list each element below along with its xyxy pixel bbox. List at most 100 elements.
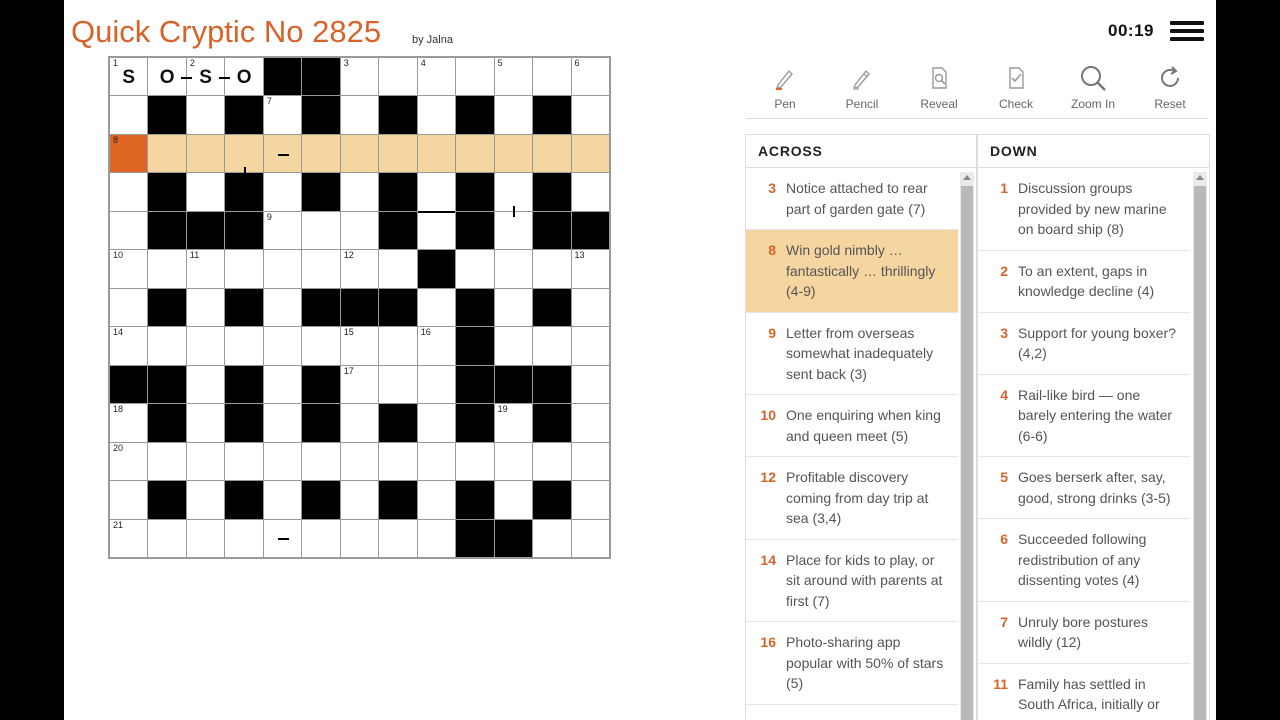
grid-cell[interactable] (417, 481, 456, 519)
down-clue[interactable]: 3 Support for young boxer? (4,2) (978, 313, 1190, 375)
grid-cell[interactable] (533, 327, 571, 365)
across-clue[interactable]: 10 One enquiring when king and queen meet… (746, 395, 958, 457)
across-scrollbar[interactable] (960, 172, 974, 720)
grid-cell[interactable] (417, 365, 456, 404)
grid-cell[interactable] (340, 173, 379, 211)
grid-cell[interactable]: 6 (571, 58, 609, 96)
grid-cell[interactable] (533, 442, 571, 481)
grid-cell[interactable] (186, 134, 225, 173)
grid-cell[interactable] (263, 173, 302, 211)
grid-cell[interactable] (456, 58, 494, 96)
reset-button[interactable]: Reset (1135, 62, 1205, 111)
grid-cell[interactable] (263, 365, 302, 404)
grid-cell[interactable] (571, 442, 609, 481)
grid-cell[interactable]: 17 (340, 365, 379, 404)
reveal-button[interactable]: Reveal (904, 62, 974, 111)
scroll-up-icon[interactable] (1196, 175, 1204, 180)
grid-cell[interactable]: 3 (340, 58, 379, 96)
grid-cell[interactable] (417, 96, 456, 134)
grid-cell[interactable] (302, 327, 340, 365)
down-clue[interactable]: 4 Rail-like bird — one barely entering th… (978, 375, 1190, 457)
grid-cell[interactable] (186, 96, 225, 134)
grid-cell[interactable] (340, 519, 379, 557)
grid-cell[interactable] (494, 250, 533, 288)
grid-cell[interactable] (456, 442, 494, 481)
grid-cell[interactable] (417, 442, 456, 481)
grid-cell[interactable] (571, 288, 609, 327)
grid-cell[interactable] (186, 442, 225, 481)
grid-cell[interactable] (302, 519, 340, 557)
grid-cell[interactable] (571, 134, 609, 173)
grid-cell[interactable] (225, 442, 263, 481)
grid-cell[interactable] (379, 134, 417, 173)
across-scroll-thumb[interactable] (961, 186, 973, 720)
down-clue[interactable]: 11 Family has settled in South Africa, in… (978, 664, 1190, 720)
grid-cell[interactable] (263, 519, 302, 557)
grid-cell[interactable] (494, 327, 533, 365)
grid-cell[interactable] (340, 442, 379, 481)
grid-cell[interactable] (417, 211, 456, 250)
grid-cell[interactable] (263, 442, 302, 481)
grid-cell[interactable] (417, 404, 456, 442)
grid-cell[interactable] (456, 250, 494, 288)
across-clue[interactable]: 14 Place for kids to play, or sit around … (746, 540, 958, 622)
grid-cell[interactable] (263, 250, 302, 288)
grid-cell[interactable]: 21 (110, 519, 148, 557)
grid-cell[interactable] (379, 250, 417, 288)
grid-cell[interactable]: 20 (110, 442, 148, 481)
grid-cell[interactable] (379, 519, 417, 557)
grid-cell[interactable]: 8 (110, 134, 148, 173)
pencil-button[interactable]: Pencil (827, 62, 897, 111)
across-clue[interactable]: 16 Photo-sharing app popular with 50% of … (746, 622, 958, 705)
grid-cell[interactable] (186, 481, 225, 519)
grid-cell[interactable]: 7 (263, 96, 302, 134)
grid-cell[interactable] (302, 250, 340, 288)
grid-cell[interactable] (110, 481, 148, 519)
grid-cell[interactable] (340, 134, 379, 173)
zoom-in-button[interactable]: Zoom In (1058, 62, 1128, 111)
grid-cell[interactable] (340, 404, 379, 442)
scroll-up-icon[interactable] (963, 175, 971, 180)
grid-cell[interactable] (533, 134, 571, 173)
grid-cell[interactable] (494, 288, 533, 327)
grid-cell[interactable] (225, 250, 263, 288)
grid-cell[interactable] (110, 173, 148, 211)
grid-cell[interactable] (263, 481, 302, 519)
grid-cell[interactable]: 12 (340, 250, 379, 288)
grid-cell[interactable]: 14 (110, 327, 148, 365)
grid-cell[interactable] (186, 519, 225, 557)
grid-cell[interactable] (148, 250, 186, 288)
down-clue[interactable]: 5 Goes berserk after, say, good, strong d… (978, 457, 1190, 519)
grid-cell[interactable] (263, 404, 302, 442)
grid-cell[interactable] (186, 288, 225, 327)
pen-button[interactable]: Pen (750, 62, 820, 111)
grid-cell[interactable] (225, 519, 263, 557)
grid-cell[interactable] (340, 96, 379, 134)
grid-cell[interactable] (225, 327, 263, 365)
down-clue[interactable]: 7 Unruly bore postures wildly (12) (978, 602, 1190, 664)
grid-cell[interactable]: 2S (186, 58, 231, 96)
grid-cell[interactable] (494, 96, 533, 134)
check-button[interactable]: Check (981, 62, 1051, 111)
grid-cell[interactable]: O (148, 58, 192, 96)
grid-cell[interactable] (494, 211, 533, 250)
grid-cell[interactable] (571, 96, 609, 134)
grid-cell[interactable] (571, 365, 609, 404)
grid-cell[interactable]: 9 (263, 211, 302, 250)
grid-cell[interactable] (456, 134, 494, 173)
grid-cell[interactable] (533, 250, 571, 288)
grid-cell[interactable] (494, 481, 533, 519)
grid-cell[interactable] (533, 58, 571, 96)
grid-cell[interactable] (379, 327, 417, 365)
across-clue[interactable]: 8 Win gold nimbly … fantastically … thril… (746, 230, 958, 313)
grid-cell[interactable] (148, 442, 186, 481)
grid-cell[interactable] (379, 58, 417, 96)
grid-cell[interactable] (225, 134, 263, 179)
down-clue[interactable]: 1 Discussion groups provided by new marin… (978, 168, 1190, 251)
grid-cell[interactable] (379, 365, 417, 404)
grid-cell[interactable] (417, 173, 456, 213)
grid-cell[interactable] (417, 288, 456, 327)
grid-cell[interactable]: 13 (571, 250, 609, 288)
grid-cell[interactable] (148, 327, 186, 365)
grid-cell[interactable] (417, 519, 456, 557)
